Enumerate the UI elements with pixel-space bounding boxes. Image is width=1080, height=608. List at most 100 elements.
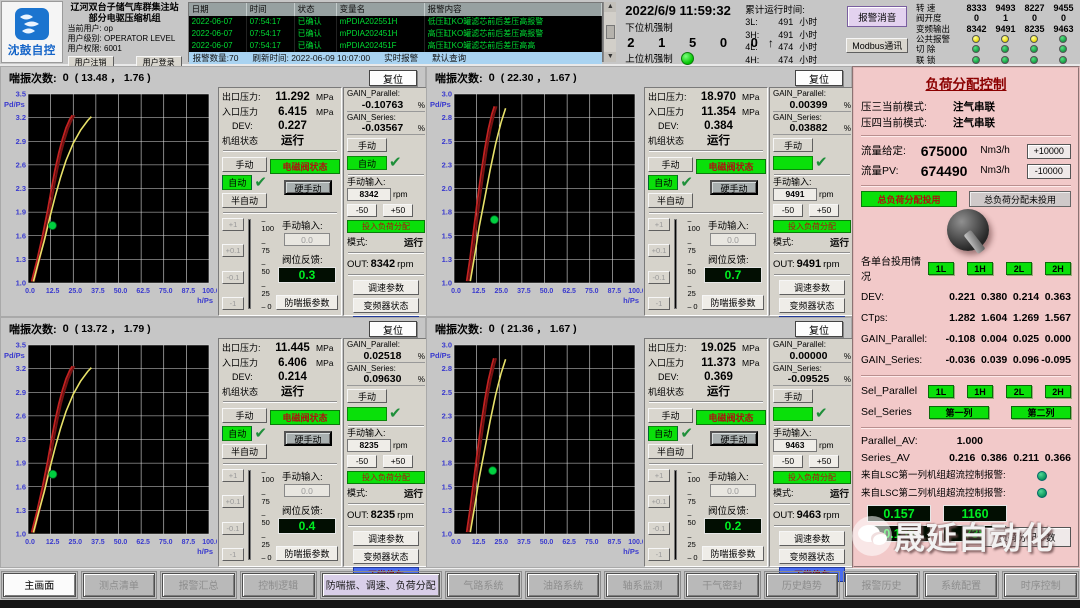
flow-plus-button[interactable]: +10000 <box>1027 144 1071 159</box>
alarm-table-body[interactable]: 2022-06-0707:54:17已确认mPDIA202551H低压缸KO罐滤… <box>189 16 603 52</box>
load-share-enable-button[interactable]: 投入负荷分配 <box>347 220 425 233</box>
nudge-minus01-button[interactable]: -0.1 <box>222 271 244 284</box>
vfd-status-button[interactable]: 变频器状态 <box>353 549 419 564</box>
semi-auto-button[interactable]: 半自动 <box>222 444 267 459</box>
nav-时序控制[interactable]: 时序控制 <box>1004 573 1077 597</box>
manual-button[interactable]: 手动 <box>648 157 693 172</box>
speed-input-field[interactable] <box>347 188 391 201</box>
vfd-status-button[interactable]: 变频器状态 <box>353 298 419 313</box>
load-params-button[interactable]: 负荷分配参数 <box>983 527 1071 547</box>
load-share-enable-button[interactable]: 投入负荷分配 <box>347 471 425 484</box>
auto-button[interactable]: 自动 <box>222 175 252 190</box>
unit-tag-2H[interactable]: 2H <box>1045 262 1071 275</box>
valve-position-bar[interactable] <box>248 219 251 309</box>
nav-历史趋势[interactable]: 历史趋势 <box>766 573 839 597</box>
alarm-query-label[interactable]: 默认查询 <box>432 52 466 64</box>
speed-plus50-button[interactable]: +50 <box>809 455 839 468</box>
nav-防喘振、调速、负荷分配[interactable]: 防喘振、调速、负荷分配 <box>322 573 441 597</box>
flow-minus-button[interactable]: -10000 <box>1027 164 1071 179</box>
antisurge-params-button[interactable]: 防喘振参数 <box>702 295 764 310</box>
semi-auto-button[interactable]: 半自动 <box>648 193 693 208</box>
speed-params-button[interactable]: 调速参数 <box>779 280 845 295</box>
alarm-scrollbar[interactable] <box>603 2 616 62</box>
antisurge-params-button[interactable]: 防喘振参数 <box>702 546 764 561</box>
speed-auto-button[interactable] <box>773 156 813 170</box>
nav-干气密封[interactable]: 干气密封 <box>686 573 759 597</box>
nav-主画面[interactable]: 主画面 <box>3 573 76 597</box>
nav-气路系统[interactable]: 气路系统 <box>447 573 520 597</box>
valve-position-bar[interactable] <box>248 470 251 560</box>
antisurge-params-button[interactable]: 防喘振参数 <box>276 546 338 561</box>
antisurge-params-button[interactable]: 防喘振参数 <box>276 295 338 310</box>
speed-input-field[interactable] <box>773 439 817 452</box>
scroll-up-icon[interactable] <box>604 2 616 12</box>
manual-button[interactable]: 手动 <box>648 408 693 423</box>
nav-测点清单[interactable]: 测点清单 <box>83 573 156 597</box>
solenoid-valve-status-button[interactable]: 电磁阀状态 <box>696 159 766 174</box>
nudge-plus01-button[interactable]: +0.1 <box>222 495 244 508</box>
speed-minus50-button[interactable]: -50 <box>347 455 377 468</box>
nudge-plus1-button[interactable]: +1 <box>222 218 244 231</box>
nav-系统配置[interactable]: 系统配置 <box>925 573 998 597</box>
scroll-down-icon[interactable] <box>604 52 616 62</box>
speed-manual-button[interactable]: 手动 <box>347 389 387 403</box>
manual-button[interactable]: 手动 <box>222 157 267 172</box>
reset-button[interactable]: 复位 <box>369 321 417 337</box>
modbus-button[interactable]: Modbus通讯 <box>846 38 908 53</box>
speed-auto-button[interactable] <box>347 407 387 421</box>
alarm-row[interactable]: 2022-06-0707:54:17已确认mPDIA202451H高压缸KO罐滤… <box>189 28 603 40</box>
manual-input-field[interactable] <box>710 484 756 497</box>
manual-button[interactable]: 手动 <box>222 408 267 423</box>
solenoid-valve-status-button[interactable]: 电磁阀状态 <box>270 410 340 425</box>
speed-auto-button[interactable]: 自动 <box>347 156 387 170</box>
unit-tag-1H[interactable]: 1H <box>967 262 993 275</box>
hard-manual-button[interactable]: 硬手动 <box>284 431 332 446</box>
auto-button[interactable]: 自动 <box>222 426 252 441</box>
speed-minus50-button[interactable]: -50 <box>347 204 377 217</box>
alarm-mute-button[interactable]: 报警消音 <box>847 6 907 27</box>
valve-position-bar[interactable] <box>674 219 677 309</box>
speed-manual-button[interactable]: 手动 <box>773 138 813 152</box>
solenoid-valve-status-button[interactable]: 电磁阀状态 <box>696 410 766 425</box>
speed-params-button[interactable]: 调速参数 <box>779 531 845 546</box>
nav-油路系统[interactable]: 油路系统 <box>527 573 600 597</box>
nudge-plus1-button[interactable]: +1 <box>648 469 670 482</box>
load-share-enable-button[interactable]: 投入负荷分配 <box>773 471 851 484</box>
reset-button[interactable]: 复位 <box>795 70 843 86</box>
speed-input-field[interactable] <box>347 439 391 452</box>
manual-input-field[interactable] <box>284 484 330 497</box>
nudge-plus01-button[interactable]: +0.1 <box>222 244 244 257</box>
nudge-plus01-button[interactable]: +0.1 <box>648 244 670 257</box>
rotary-switch-knob[interactable] <box>947 209 989 251</box>
sel-tag[interactable]: 第二列 <box>1011 406 1071 419</box>
reset-button[interactable]: 复位 <box>795 321 843 337</box>
total-load-on-button[interactable]: 总负荷分配投用 <box>861 191 957 207</box>
auto-button[interactable]: 自动 <box>648 175 678 190</box>
nav-报警汇总[interactable]: 报警汇总 <box>162 573 235 597</box>
alarm-live-label[interactable]: 实时报警 <box>384 52 418 64</box>
load-share-enable-button[interactable]: 投入负荷分配 <box>773 220 851 233</box>
valve-position-bar[interactable] <box>674 470 677 560</box>
speed-params-button[interactable]: 调速参数 <box>353 531 419 546</box>
nudge-minus01-button[interactable]: -0.1 <box>222 522 244 535</box>
nudge-plus1-button[interactable]: +1 <box>648 218 670 231</box>
speed-plus50-button[interactable]: +50 <box>383 204 413 217</box>
nudge-minus1-button[interactable]: -1 <box>648 297 670 310</box>
speed-auto-button[interactable] <box>773 407 813 421</box>
nudge-minus1-button[interactable]: -1 <box>222 548 244 561</box>
nudge-minus1-button[interactable]: -1 <box>648 548 670 561</box>
total-load-off-button[interactable]: 总负荷分配未投用 <box>969 191 1071 207</box>
reset-button[interactable]: 复位 <box>369 70 417 86</box>
unit-tag-1L[interactable]: 1L <box>928 262 954 275</box>
speed-minus50-button[interactable]: -50 <box>773 455 803 468</box>
speed-minus50-button[interactable]: -50 <box>773 204 803 217</box>
unit-tag-2L[interactable]: 2L <box>1006 262 1032 275</box>
hard-manual-button[interactable]: 硬手动 <box>710 180 758 195</box>
alarm-row[interactable]: 2022-06-0707:54:17已确认mPDIA202451F高压缸KO罐滤… <box>189 40 603 52</box>
semi-auto-button[interactable]: 半自动 <box>648 444 693 459</box>
sel-tag[interactable]: 2H <box>1045 385 1071 398</box>
sel-tag[interactable]: 第一列 <box>929 406 989 419</box>
speed-input-field[interactable] <box>773 188 817 201</box>
speed-params-button[interactable]: 调速参数 <box>353 280 419 295</box>
speed-manual-button[interactable]: 手动 <box>347 138 387 152</box>
